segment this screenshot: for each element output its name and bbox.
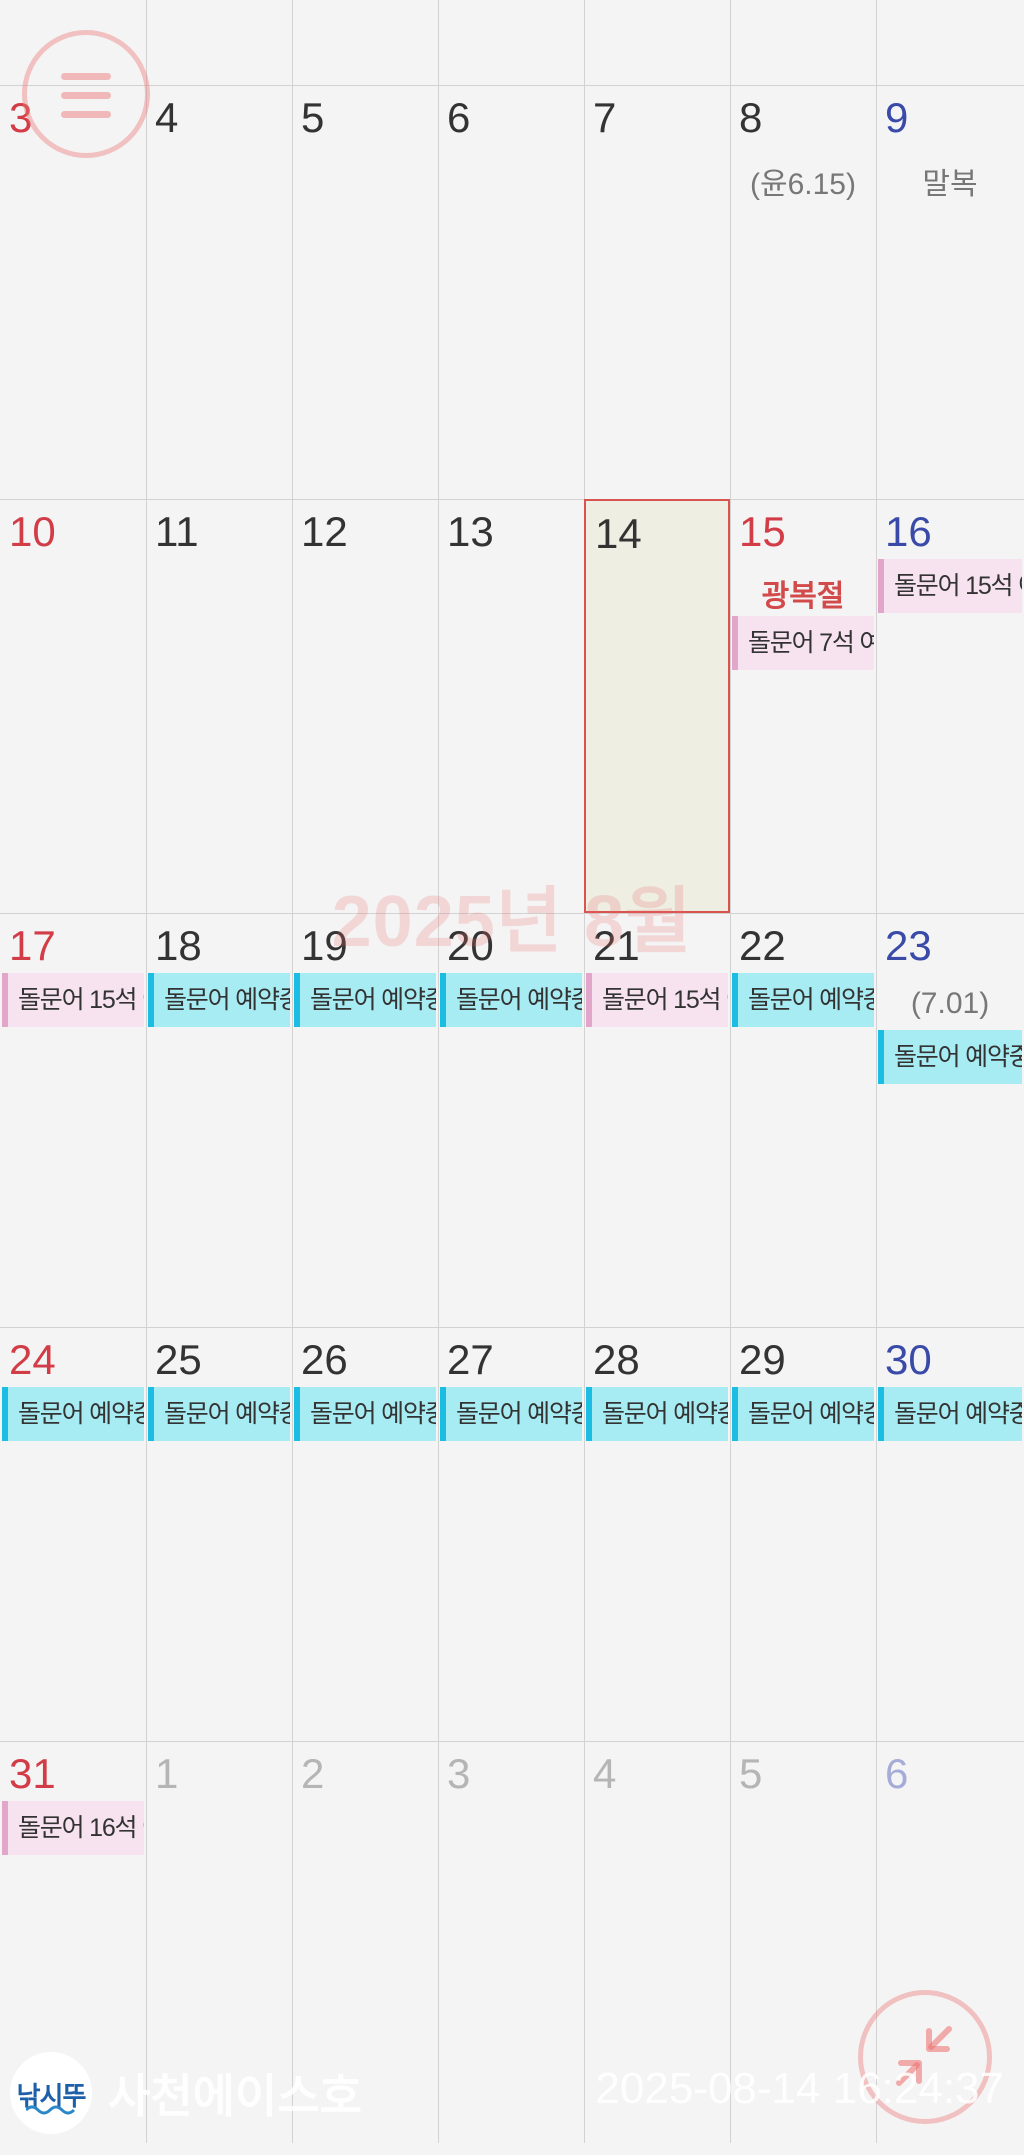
day-cell[interactable]: 5 [292, 85, 438, 499]
day-cell[interactable]: 24 돌문어 예약중 [0, 1327, 146, 1741]
day-number: 1 [155, 1750, 179, 1797]
day-number: 11 [155, 508, 199, 555]
day-cell[interactable]: 7 [584, 85, 730, 499]
event-booked[interactable]: 돌문어 예약중 [878, 1387, 1022, 1441]
day-cell[interactable]: 30 돌문어 예약중 [876, 1327, 1024, 1741]
day-number: 8 [739, 94, 763, 141]
day-number: 10 [9, 508, 56, 555]
day-number: 6 [885, 1750, 909, 1797]
day-number: 31 [9, 1750, 56, 1797]
day-cell[interactable]: 17돌문어 15석 여유 [0, 913, 146, 1327]
event-booked[interactable]: 돌문어 예약중 [294, 973, 436, 1027]
day-cell[interactable]: 25 돌문어 예약중 [146, 1327, 292, 1741]
boat-name: 사천에이스호 [108, 2070, 362, 2122]
day-number: 13 [447, 508, 494, 555]
calendar-grid: 345678(윤6.15)9말복101112131415광복절돌문어 7석 여유… [0, 0, 1024, 2143]
day-number: 6 [447, 94, 471, 141]
day-number: 5 [301, 94, 325, 141]
day-number: 3 [447, 1750, 471, 1797]
event-available[interactable]: 돌문어 15석 여유 [586, 973, 728, 1027]
month-title-watermark: 2025년 8월 [331, 882, 693, 962]
event-booked[interactable]: 돌문어 예약중 [148, 973, 290, 1027]
event-booked[interactable]: 돌문어 예약중 [148, 1387, 290, 1441]
event-booked[interactable]: 돌문어 예약중 [732, 973, 874, 1027]
event-available[interactable]: 돌문어 15석 여유 [2, 973, 144, 1027]
day-cell[interactable]: 3 [438, 1741, 584, 2155]
day-cell[interactable]: 15 광복절돌문어 7석 여유 [730, 499, 876, 913]
day-cell[interactable]: 4 [146, 85, 292, 499]
day-number: 9 [885, 94, 909, 141]
event-booked[interactable]: 돌문어 예약중 [732, 1387, 874, 1441]
day-cell[interactable]: 8 (윤6.15) [730, 85, 876, 499]
holiday-label: 광복절 [761, 580, 845, 613]
day-cell[interactable]: 12 [292, 499, 438, 913]
lunar-date-label: (7.01) [910, 987, 990, 1020]
day-cell[interactable]: 6 [438, 85, 584, 499]
app-logo: 낚시뚜 [10, 2052, 92, 2134]
event-available[interactable]: 돌문어 7석 여유 [732, 616, 874, 670]
event-booked[interactable]: 돌문어 예약중 [586, 1387, 728, 1441]
day-cell[interactable]: 14 [584, 499, 730, 913]
day-number: 12 [301, 508, 348, 555]
lunar-date-label: (윤6.15) [750, 168, 856, 201]
day-number: 4 [593, 1750, 617, 1797]
day-cell[interactable]: 16돌문어 15석 여유 [876, 499, 1024, 913]
lunar-date-label: 말복 [922, 168, 978, 201]
day-cell[interactable]: 22 돌문어 예약중 [730, 913, 876, 1327]
menu-button[interactable] [22, 30, 150, 158]
day-cell[interactable]: 26 돌문어 예약중 [292, 1327, 438, 1741]
day-number: 27 [447, 1336, 494, 1383]
day-cell[interactable]: 11 [146, 499, 292, 913]
event-booked[interactable]: 돌문어 예약중 [878, 1030, 1022, 1084]
day-cell[interactable]: 13 [438, 499, 584, 913]
day-cell[interactable]: 29 돌문어 예약중 [730, 1327, 876, 1741]
event-booked[interactable]: 돌문어 예약중 [440, 973, 582, 1027]
day-number: 7 [593, 94, 617, 141]
event-booked[interactable]: 돌문어 예약중 [440, 1387, 582, 1441]
day-number: 14 [595, 510, 642, 557]
day-cell[interactable]: 27 돌문어 예약중 [438, 1327, 584, 1741]
event-booked[interactable]: 돌문어 예약중 [294, 1387, 436, 1441]
day-cell[interactable]: 20 돌문어 예약중 [438, 913, 584, 1327]
day-cell[interactable]: 10 [0, 499, 146, 913]
day-number: 4 [155, 94, 179, 141]
event-available[interactable]: 돌문어 16석 여유 [2, 1801, 144, 1855]
wave-icon [26, 2105, 76, 2115]
day-number: 25 [155, 1336, 202, 1383]
day-number: 5 [739, 1750, 763, 1797]
day-number: 15 [739, 508, 786, 555]
day-cell[interactable]: 9 말복 [876, 85, 1024, 499]
day-number: 28 [593, 1336, 640, 1383]
day-number: 26 [301, 1336, 348, 1383]
day-number: 16 [885, 508, 932, 555]
day-cell[interactable]: 21돌문어 15석 여유 [584, 913, 730, 1327]
day-number: 2 [301, 1750, 325, 1797]
day-number: 29 [739, 1336, 786, 1383]
day-number: 24 [9, 1336, 56, 1383]
day-cell[interactable]: 23 (7.01) 돌문어 예약중 [876, 913, 1024, 1327]
day-cell[interactable]: 19 돌문어 예약중 [292, 913, 438, 1327]
event-available[interactable]: 돌문어 15석 여유 [878, 559, 1022, 613]
day-cell[interactable]: 18 돌문어 예약중 [146, 913, 292, 1327]
day-cell[interactable]: 28 돌문어 예약중 [584, 1327, 730, 1741]
day-number: 30 [885, 1336, 932, 1383]
timestamp: 2025-08-14 16:24:37 [595, 2064, 1004, 2113]
event-booked[interactable]: 돌문어 예약중 [2, 1387, 144, 1441]
